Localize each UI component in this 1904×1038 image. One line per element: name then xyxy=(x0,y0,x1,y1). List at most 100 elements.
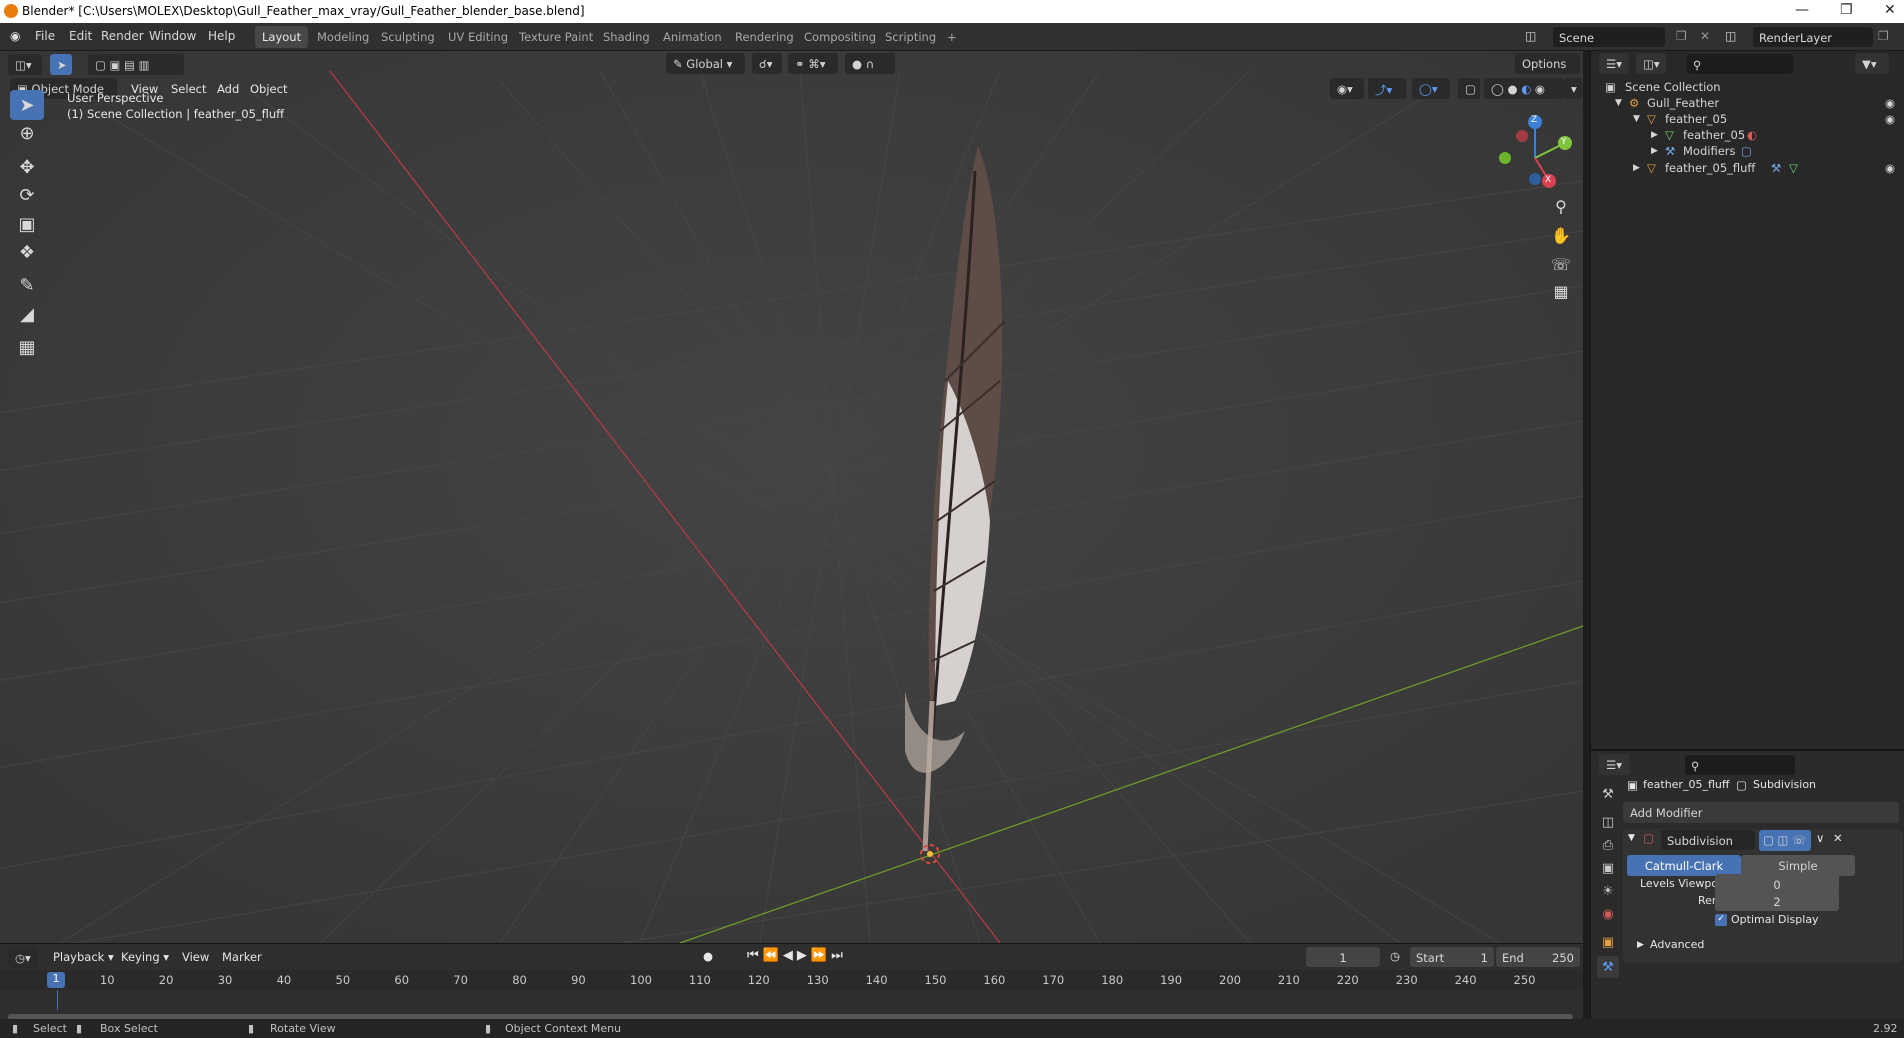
optimal-display-checkbox[interactable]: ✓ xyxy=(1715,914,1727,926)
outliner-row-feather-05-fluff[interactable]: ▶ ▽ feather_05_fluff ⚒ ▽ ◉ xyxy=(1591,158,1904,178)
shading-mode-icons[interactable]: ◯ ● ◐ ◉ xyxy=(1484,78,1564,99)
select-box-tool-icon[interactable]: ➤ xyxy=(10,90,44,120)
maximize-icon[interactable]: ❐ xyxy=(1840,2,1853,18)
3d-viewport[interactable]: Z Y X ◫▾ ➤ ▢ ▣ ▤ ▥ ✎ Global ▾ ☌▾ ⚭ ⌘▾ ● … xyxy=(0,51,1583,943)
menu-edit[interactable]: Edit xyxy=(69,29,92,43)
expand-arrow-icon[interactable]: ▼ xyxy=(1633,114,1640,124)
output-tab-icon[interactable]: ⎙ xyxy=(1597,834,1619,856)
object-tab-icon[interactable]: ▣ xyxy=(1597,931,1619,953)
scene-selector-icon[interactable]: ◫ xyxy=(1525,29,1536,43)
menu-file[interactable]: File xyxy=(35,29,55,43)
minimize-icon[interactable]: — xyxy=(1795,2,1809,18)
render-levels-field[interactable]: 2 xyxy=(1715,891,1839,911)
tab-uv-editing[interactable]: UV Editing xyxy=(441,26,515,48)
ortho-grid-icon[interactable]: ▦ xyxy=(1548,278,1574,304)
expand-arrow-icon[interactable]: ▶ xyxy=(1633,163,1640,173)
modifier-dropdown-icon[interactable]: ∨ xyxy=(1816,831,1824,845)
shading-options-icon[interactable]: ▾ xyxy=(1564,78,1582,99)
marker-menu[interactable]: Marker xyxy=(222,950,262,964)
close-icon[interactable]: ✕ xyxy=(1884,2,1896,18)
annotate-tool-icon[interactable]: ✎ xyxy=(10,270,44,300)
tab-compositing[interactable]: Compositing xyxy=(797,26,883,48)
select-mode-buttons[interactable]: ▢ ▣ ▤ ▥ xyxy=(88,54,184,75)
add-cube-tool-icon[interactable]: ▦ xyxy=(10,332,44,362)
catmull-clark-button[interactable]: Catmull-Clark xyxy=(1627,855,1741,876)
new-layer-icon[interactable]: ❐ xyxy=(1878,29,1889,43)
expand-arrow-icon[interactable]: ▶ xyxy=(1651,130,1658,140)
advanced-arrow-icon[interactable]: ▶ xyxy=(1637,940,1644,950)
expand-arrow-icon[interactable]: ▶ xyxy=(1651,146,1658,156)
select-tool-icon[interactable]: ➤ xyxy=(50,54,72,75)
outliner-editor-icon[interactable]: ☰▾ xyxy=(1599,53,1629,74)
playback-controls[interactable]: ⏮⏪◀▶⏩⏭ xyxy=(747,948,847,963)
tab-rendering[interactable]: Rendering xyxy=(728,26,801,48)
remove-modifier-icon[interactable]: ✕ xyxy=(1833,831,1843,845)
menu-render[interactable]: Render xyxy=(101,29,144,43)
tab-texture-paint[interactable]: Texture Paint xyxy=(512,26,600,48)
camera-view-icon[interactable]: ☏ xyxy=(1548,251,1574,277)
keying-menu[interactable]: Keying ▾ xyxy=(121,950,169,964)
select-menu[interactable]: Select xyxy=(171,82,206,96)
tab-layout[interactable]: Layout xyxy=(255,26,309,48)
measure-tool-icon[interactable]: ◢ xyxy=(10,299,44,329)
start-frame-field[interactable]: Start 1 xyxy=(1410,947,1494,967)
move-tool-icon[interactable]: ✥ xyxy=(10,152,44,182)
modifier-display-toggles[interactable]: ▢ ◫ ☏ xyxy=(1759,830,1811,851)
object-menu[interactable]: Object xyxy=(250,82,287,96)
outliner-search-input[interactable]: ⚲ xyxy=(1687,54,1793,74)
visibility-icon[interactable]: ◉▾ xyxy=(1330,78,1364,99)
add-menu[interactable]: Add xyxy=(217,82,239,96)
blender-menu-icon[interactable]: ◉ xyxy=(10,29,20,43)
editor-type-icon[interactable]: ◫▾ xyxy=(8,54,42,75)
scale-tool-icon[interactable]: ▣ xyxy=(10,209,44,239)
options-button[interactable]: Options xyxy=(1515,53,1580,74)
expand-arrow-icon[interactable]: ▼ xyxy=(1615,98,1622,108)
rotate-tool-icon[interactable]: ⟳ xyxy=(10,180,44,210)
advanced-section[interactable]: Advanced xyxy=(1650,938,1704,951)
world-tab-icon[interactable]: ◉ xyxy=(1597,903,1619,925)
overlays-icon[interactable]: ◯▾ xyxy=(1412,78,1450,99)
add-modifier-button[interactable]: Add Modifier xyxy=(1623,802,1899,823)
transform-tool-icon[interactable]: ❖ xyxy=(10,237,44,267)
xray-icon[interactable]: ▢ xyxy=(1458,78,1480,99)
tab-sculpting[interactable]: Sculpting xyxy=(374,26,442,48)
tool-tab-icon[interactable]: ⚒ xyxy=(1597,783,1619,805)
playhead[interactable]: 1 xyxy=(47,972,65,988)
end-frame-field[interactable]: End 250 xyxy=(1496,947,1580,967)
delete-scene-icon[interactable]: ✕ xyxy=(1700,29,1710,43)
eye-icon[interactable]: ◉ xyxy=(1885,112,1895,126)
snap-icon[interactable]: ⚭ ⌘▾ xyxy=(788,53,838,74)
modifier-name-field[interactable]: Subdivision xyxy=(1661,830,1755,850)
transform-orientation-select[interactable]: ✎ Global ▾ xyxy=(666,53,745,74)
render-tab-icon[interactable]: ◫ xyxy=(1597,811,1619,833)
gizmo-toggle-icon[interactable]: ⤴▾ xyxy=(1368,78,1406,99)
display-mode-icon[interactable]: ◫▾ xyxy=(1636,53,1666,74)
eye-icon[interactable]: ◉ xyxy=(1885,161,1895,175)
playback-menu[interactable]: Playback ▾ xyxy=(53,950,114,964)
frame-ruler[interactable]: 1 10 20 30 40 50 60 70 80 90 100 110 120 130 140 150 16… xyxy=(0,970,1583,990)
eye-icon[interactable]: ◉ xyxy=(1885,96,1895,110)
new-scene-icon[interactable]: ❐ xyxy=(1676,29,1687,43)
tab-scripting[interactable]: Scripting xyxy=(878,26,943,48)
menu-help[interactable]: Help xyxy=(208,29,235,43)
collapse-arrow-icon[interactable]: ▼ xyxy=(1628,833,1635,843)
timeline-view-menu[interactable]: View xyxy=(182,950,209,964)
view-layer-icon[interactable]: ◫ xyxy=(1725,29,1736,43)
timeline-editor-icon[interactable]: ◷▾ xyxy=(8,947,38,968)
properties-search-input[interactable]: ⚲ xyxy=(1685,755,1795,775)
cursor-tool-icon[interactable]: ⊕ xyxy=(10,118,44,148)
scene-name-field[interactable]: Scene xyxy=(1553,27,1665,47)
render-layer-field[interactable]: RenderLayer xyxy=(1753,27,1873,47)
pivot-point-icon[interactable]: ☌▾ xyxy=(752,53,782,74)
record-icon[interactable]: ● xyxy=(703,949,713,963)
add-workspace-button[interactable]: + xyxy=(940,26,964,48)
filter-icon[interactable]: ▼▾ xyxy=(1855,53,1889,74)
tab-modeling[interactable]: Modeling xyxy=(310,26,376,48)
view-layer-tab-icon[interactable]: ▣ xyxy=(1597,857,1619,879)
scene-tab-icon[interactable]: ☀ xyxy=(1597,880,1619,902)
properties-editor-icon[interactable]: ☰▾ xyxy=(1599,754,1629,775)
menu-window[interactable]: Window xyxy=(149,29,196,43)
current-frame-field[interactable]: 1 xyxy=(1306,947,1380,967)
zoom-icon[interactable]: ⚲ xyxy=(1548,193,1574,219)
simple-button[interactable]: Simple xyxy=(1741,855,1855,876)
